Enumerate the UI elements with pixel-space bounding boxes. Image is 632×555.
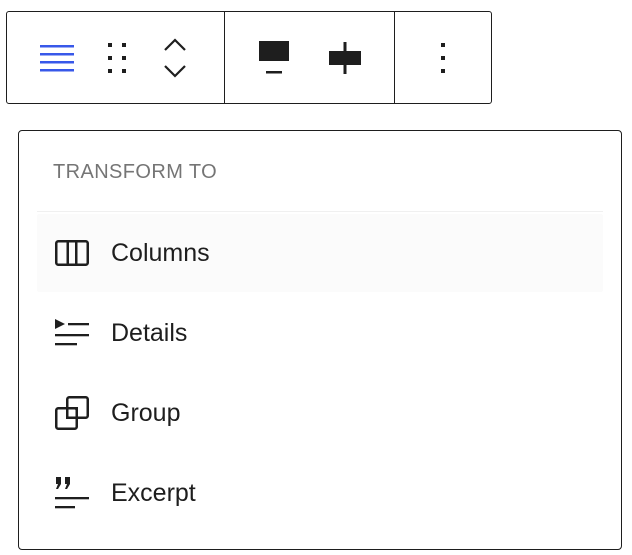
justify-center-button[interactable] [323,12,367,103]
menu-item-label: Details [111,318,188,347]
menu-item-label: Group [111,398,181,427]
move-up-button[interactable] [163,37,187,52]
toolbar-group-block [7,12,225,103]
toolbar-group-options [395,12,491,103]
menu-item-columns[interactable]: Columns [37,214,603,292]
more-options-button[interactable] [395,12,491,103]
chevron-up-icon [163,37,187,52]
excerpt-icon [53,474,91,512]
drag-handle-icon [107,42,126,73]
move-down-button[interactable] [163,64,187,78]
menu-item-excerpt[interactable]: Excerpt [37,454,603,532]
chevron-down-icon [163,64,187,78]
justify-center-icon [329,41,361,74]
menu-item-details[interactable]: Details [37,294,603,372]
block-toolbar [6,11,492,104]
toolbar-group-justify [225,12,395,103]
align-justify-icon [39,44,74,72]
justify-top-button[interactable] [225,12,323,103]
details-icon [53,314,91,352]
columns-icon [53,234,91,272]
popover-heading: TRANSFORM TO [53,161,218,183]
more-options-icon [440,42,446,73]
justify-top-icon [259,40,289,75]
divider [37,211,603,212]
align-button[interactable] [7,12,107,103]
menu-item-label: Excerpt [111,478,196,507]
menu-item-group[interactable]: Group [37,374,603,452]
transform-popover: TRANSFORM TO Columns Details Group Excer… [18,130,622,550]
menu-item-label: Columns [111,238,210,267]
drag-handle-button[interactable] [107,12,127,103]
group-icon [53,394,91,432]
move-buttons [126,12,224,103]
